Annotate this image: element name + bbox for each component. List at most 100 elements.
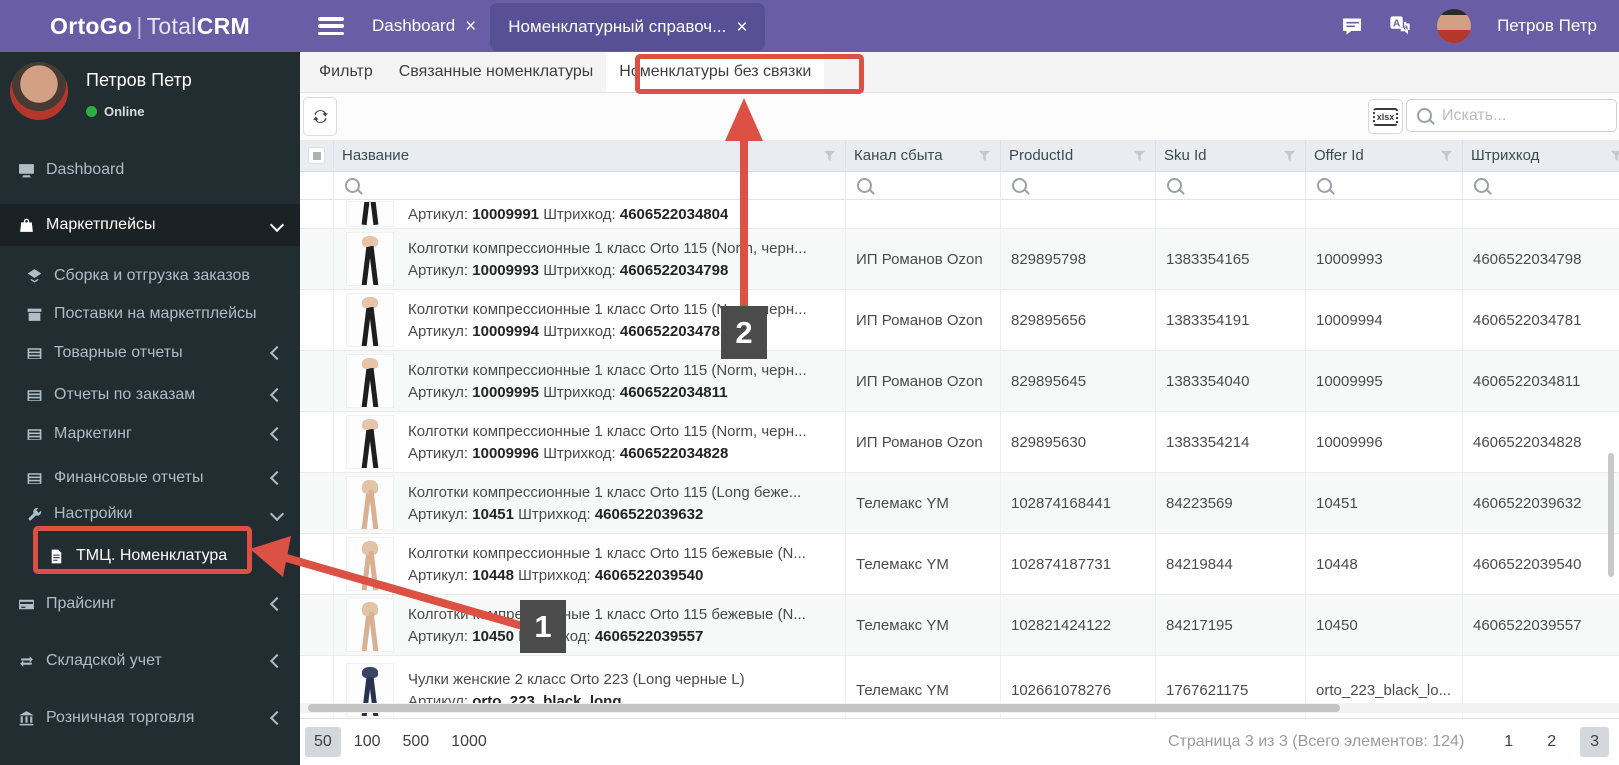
sidebar-item-financial-reports[interactable]: Финансовые отчеты <box>0 458 300 498</box>
sidebar-user-name: Петров Петр <box>86 70 192 90</box>
tab-close-icon[interactable]: × <box>736 18 747 37</box>
page-3[interactable]: 3 <box>1580 727 1609 757</box>
sidebar-item-marketplaces[interactable]: Маркетплейсы <box>0 204 300 246</box>
table-row[interactable]: Колготки компрессионные 1 класс Orto 115… <box>300 534 1619 595</box>
row-select-cell[interactable] <box>300 473 334 533</box>
column-header-barcode[interactable]: Штрихкод <box>1463 140 1619 172</box>
chevron-left-icon <box>269 470 285 486</box>
cell-offerid: orto_223_black_lo... <box>1306 656 1463 724</box>
tab-nomenclature-directory[interactable]: Номенклатурный справоч... × <box>490 3 766 51</box>
header-user-name[interactable]: Петров Петр <box>1497 16 1597 36</box>
filter-cell-skuid[interactable] <box>1156 172 1306 200</box>
export-xlsx-button[interactable]: xlsx <box>1368 99 1403 134</box>
page-size-500[interactable]: 500 <box>394 727 439 757</box>
cell-barcode: 4606522034798 <box>1463 229 1619 289</box>
filter-cell-productid[interactable] <box>1001 172 1156 200</box>
hamburger-menu-icon[interactable] <box>318 17 344 35</box>
row-select-cell[interactable] <box>300 290 334 350</box>
row-select-cell[interactable] <box>300 412 334 472</box>
product-name: Колготки компрессионные 1 класс Orto 115… <box>408 544 806 562</box>
table-row[interactable]: Колготки компрессионные 1 класс Orto 115… <box>300 473 1619 534</box>
filter-funnel-icon[interactable] <box>1282 148 1297 163</box>
table-row[interactable]: Артикул: 10009991 Штрихкод: 460652203480… <box>300 200 1619 229</box>
row-select-cell[interactable] <box>300 534 334 594</box>
filter-cell-offerid[interactable] <box>1306 172 1463 200</box>
page-tabs: Фильтр Связанные номенклатуры Номенклату… <box>300 52 1619 93</box>
sidebar-item-settings[interactable]: Настройки <box>0 494 300 534</box>
user-avatar[interactable] <box>1437 9 1472 43</box>
column-header-skuid[interactable]: Sku Id <box>1156 140 1306 172</box>
table-row[interactable]: Колготки компрессионные 1 класс Orto 115… <box>300 229 1619 290</box>
filter-funnel-icon[interactable] <box>1609 148 1619 163</box>
app-header: OrtoGo | TotalCRM Dashboard × Номенклатурн… <box>0 0 1619 52</box>
tab-linked-nomenclatures[interactable]: Связанные номенклатуры <box>386 52 607 92</box>
product-meta: Артикул: 10009991 Штрихкод: 460652203480… <box>408 205 729 223</box>
sidebar-item-retail-trade[interactable]: Розничная торговля <box>0 698 300 738</box>
sidebar-item-pricing[interactable]: Прайсинг <box>0 584 300 624</box>
sidebar-user-avatar[interactable] <box>10 62 68 120</box>
filter-funnel-icon[interactable] <box>822 148 837 163</box>
sidebar-item-label: Финансовые отчеты <box>54 469 204 486</box>
filter-cell-barcode[interactable] <box>1463 172 1619 200</box>
cell-barcode: 4606522034828 <box>1463 412 1619 472</box>
table-row[interactable]: Чулки женские 2 класс Orto 223 (Long чер… <box>300 656 1619 725</box>
cell-channel: ИП Романов Ozon <box>846 351 1001 411</box>
product-thumbnail <box>346 537 394 591</box>
chevron-down-icon <box>269 217 285 233</box>
cell-skuid: 1383354214 <box>1156 412 1306 472</box>
filter-funnel-icon[interactable] <box>977 148 992 163</box>
cell-channel: ИП Романов Ozon <box>846 412 1001 472</box>
table-row[interactable]: Колготки компрессионные 1 класс Orto 115… <box>300 595 1619 656</box>
page-numbers: 1 2 3 <box>1494 727 1609 757</box>
sidebar-item-tmc-nomenclature[interactable]: ТМЦ. Номенклатура <box>0 536 300 576</box>
page-2[interactable]: 2 <box>1537 727 1566 757</box>
row-select-cell[interactable] <box>300 656 334 724</box>
horizontal-scrollbar[interactable] <box>300 703 1619 713</box>
column-header-offerid[interactable]: Offer Id <box>1306 140 1463 172</box>
sidebar-item-marketing[interactable]: Маркетинг <box>0 414 300 454</box>
table-row[interactable]: Колготки компрессионные 1 класс Orto 115… <box>300 351 1619 412</box>
table-row[interactable]: Колготки компрессионные 1 класс Orto 115… <box>300 412 1619 473</box>
sidebar-item-product-reports[interactable]: Товарные отчеты <box>0 333 300 373</box>
tab-close-icon[interactable]: × <box>465 17 476 36</box>
table-filter-row <box>300 172 1619 200</box>
filter-funnel-icon[interactable] <box>1439 148 1454 163</box>
sidebar-item-order-assembly[interactable]: Сборка и отгрузка заказов <box>0 256 300 296</box>
filter-funnel-icon[interactable] <box>1132 148 1147 163</box>
column-header-name[interactable]: Название <box>334 140 846 172</box>
product-name: Колготки компрессионные 1 класс Orto 115… <box>408 483 802 501</box>
tab-unlinked-nomenclatures[interactable]: Номенклатуры без связки <box>606 52 825 92</box>
table-row[interactable]: Колготки компрессионные 1 класс Orto 115… <box>300 290 1619 351</box>
refresh-button[interactable] <box>303 97 337 136</box>
row-select-cell[interactable] <box>300 595 334 655</box>
row-select-cell[interactable] <box>300 200 334 228</box>
sidebar-item-label: Прайсинг <box>46 595 116 612</box>
filter-cell-channel[interactable] <box>846 172 1001 200</box>
select-all-checkbox[interactable] <box>300 140 334 172</box>
page-1[interactable]: 1 <box>1494 727 1523 757</box>
sidebar-item-order-reports[interactable]: Отчеты по заказам <box>0 375 300 415</box>
column-header-productid[interactable]: ProductId <box>1001 140 1156 172</box>
row-select-cell[interactable] <box>300 351 334 411</box>
sidebar-item-dashboard[interactable]: Dashboard <box>0 150 300 190</box>
cell-channel: Телемакс YM <box>846 656 1001 724</box>
cell-skuid: 84223569 <box>1156 473 1306 533</box>
sidebar-item-label: Розничная торговля <box>46 709 195 726</box>
page-size-100[interactable]: 100 <box>345 727 390 757</box>
tab-dashboard[interactable]: Dashboard × <box>358 0 490 52</box>
sidebar-item-marketplace-supplies[interactable]: Поставки на маркетплейсы <box>0 294 300 334</box>
product-name: Колготки компрессионные 1 класс Orto 115… <box>408 422 807 440</box>
page-size-50[interactable]: 50 <box>305 727 341 757</box>
row-select-cell[interactable] <box>300 229 334 289</box>
column-header-channel[interactable]: Канал сбыта <box>846 140 1001 172</box>
cell-offerid: 10009996 <box>1306 412 1463 472</box>
filter-cell-name[interactable] <box>334 172 846 200</box>
translate-icon[interactable] <box>1389 15 1411 37</box>
scrollbar-thumb[interactable] <box>308 704 1340 712</box>
search-input[interactable] <box>1440 105 1606 126</box>
chat-icon[interactable] <box>1341 15 1363 37</box>
tab-filter[interactable]: Фильтр <box>306 52 386 92</box>
vertical-scrollbar[interactable] <box>1608 453 1614 577</box>
sidebar-item-warehouse-accounting[interactable]: Складской учет <box>0 641 300 681</box>
page-size-1000[interactable]: 1000 <box>442 727 496 757</box>
